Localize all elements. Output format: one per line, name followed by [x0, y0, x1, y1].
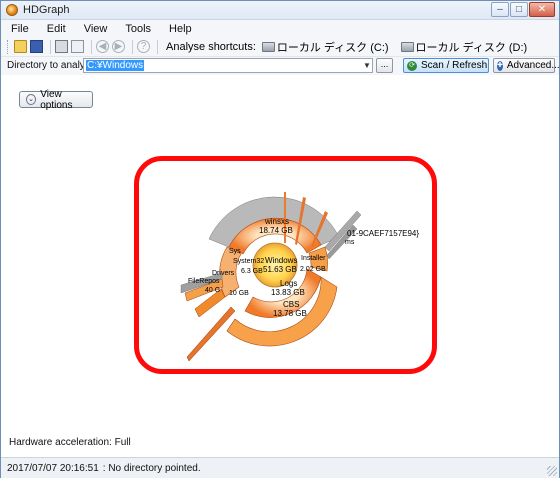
- drive-c-shortcut[interactable]: ローカル ディスク (C:): [261, 39, 389, 55]
- toolbar-separator: [132, 39, 133, 54]
- menu-view[interactable]: View: [84, 23, 108, 35]
- print-icon[interactable]: [55, 40, 68, 53]
- save-icon[interactable]: [30, 40, 43, 53]
- highlight-frame: [134, 156, 437, 374]
- browse-button[interactable]: ...: [376, 58, 393, 73]
- toolbar-separator: [50, 39, 51, 54]
- chevron-down-icon[interactable]: ▼: [362, 59, 372, 72]
- help-icon[interactable]: ?: [137, 40, 150, 53]
- directory-input[interactable]: C:¥Windows: [83, 58, 373, 73]
- status-timestamp: 2017/07/07 20:16:51: [7, 462, 99, 474]
- gear-icon: ✚: [497, 60, 503, 71]
- menu-tools[interactable]: Tools: [125, 23, 151, 35]
- chevron-down-icon: ⌄: [26, 94, 37, 105]
- window-controls: – □ ✕: [491, 2, 555, 18]
- print-preview-icon[interactable]: [71, 40, 84, 53]
- toolbar-separator: [157, 39, 158, 54]
- shortcuts-label: Analyse shortcuts:: [166, 40, 256, 53]
- drive-c-label: ローカル ディスク (C:): [276, 41, 389, 54]
- drive-icon: [400, 41, 414, 52]
- menu-bar: File Edit View Tools Help: [1, 20, 559, 37]
- scan-refresh-label: Scan / Refresh: [421, 60, 488, 71]
- drive-d-shortcut[interactable]: ローカル ディスク (D:): [400, 39, 528, 55]
- resize-grip[interactable]: [547, 466, 557, 476]
- close-icon[interactable]: ✕: [529, 2, 555, 17]
- view-options-label: View options: [40, 88, 73, 111]
- status-message: : No directory pointed.: [102, 462, 201, 474]
- menu-edit[interactable]: Edit: [47, 23, 66, 35]
- drive-icon: [261, 41, 275, 52]
- toolbar-separator: [91, 39, 92, 54]
- open-folder-icon[interactable]: [14, 40, 27, 53]
- directory-value: C:¥Windows: [86, 60, 145, 71]
- view-options-button[interactable]: ⌄ View options: [19, 88, 93, 111]
- directory-row: Directory to analyze : C:¥Windows ▼ ... …: [1, 57, 560, 75]
- advanced-label: Advanced...: [506, 60, 560, 71]
- forward-icon[interactable]: ▶: [112, 40, 125, 53]
- app-logo-icon: [6, 4, 18, 16]
- status-bar: 2017/07/07 20:16:51 : No directory point…: [1, 457, 559, 478]
- menu-file[interactable]: File: [11, 23, 29, 35]
- toolbar-grip[interactable]: [7, 39, 10, 54]
- hardware-acceleration-text: Hardware acceleration: Full: [9, 437, 131, 448]
- back-icon[interactable]: ◀: [96, 40, 109, 53]
- title-bar: HDGraph – □ ✕: [1, 1, 559, 20]
- minimize-icon[interactable]: –: [491, 2, 509, 17]
- toolbar: ◀ ▶ ? Analyse shortcuts: ローカル ディスク (C:) …: [1, 37, 559, 57]
- refresh-icon: ⟳: [407, 60, 417, 71]
- maximize-icon[interactable]: □: [510, 2, 528, 17]
- drive-d-label: ローカル ディスク (D:): [415, 41, 528, 54]
- window-title: HDGraph: [23, 4, 70, 16]
- advanced-button[interactable]: ✚ Advanced...: [493, 58, 560, 73]
- menu-help[interactable]: Help: [169, 23, 192, 35]
- scan-refresh-button[interactable]: ⟳ Scan / Refresh: [403, 58, 489, 73]
- app-window: HDGraph – □ ✕ File Edit View Tools Help …: [0, 0, 560, 478]
